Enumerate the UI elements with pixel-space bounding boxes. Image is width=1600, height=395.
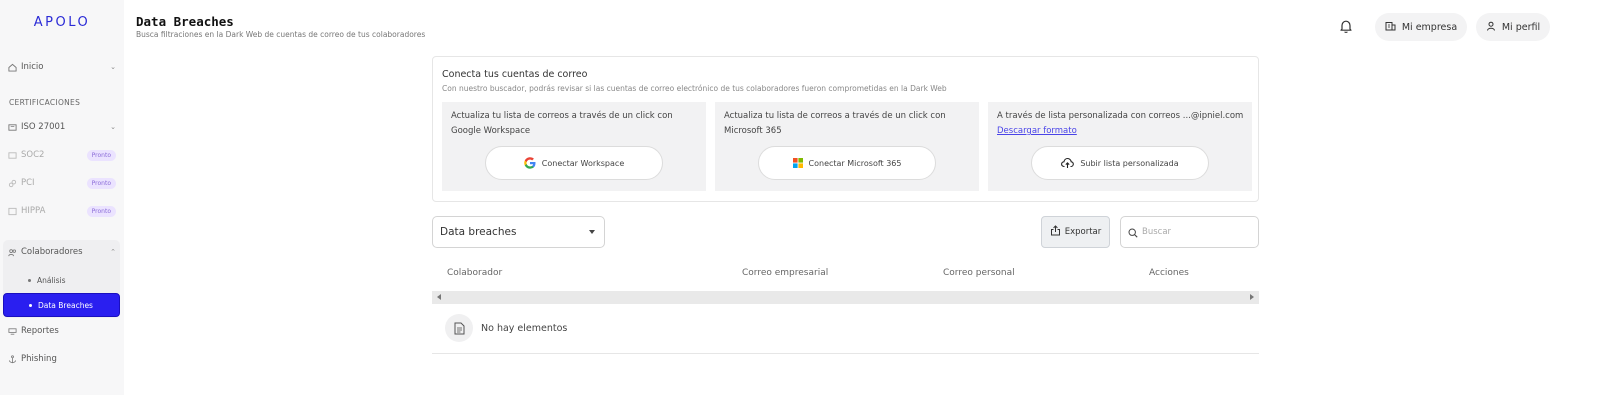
certificate-icon <box>8 123 17 132</box>
connect-workspace-label: Conectar Workspace <box>541 158 625 168</box>
connect-microsoft-button[interactable]: Conectar Microsoft 365 <box>758 146 936 180</box>
sidebar-item-colaboradores[interactable]: Colaboradores ⌃ <box>8 244 116 260</box>
report-icon <box>8 327 17 336</box>
column-header-acciones: Acciones <box>1149 268 1189 278</box>
upload-custom-list-button[interactable]: Subir lista personalizada <box>1031 146 1209 180</box>
page-subtitle: Busca filtraciones en la Dark Web de cue… <box>136 30 426 39</box>
home-icon <box>8 63 17 72</box>
scroll-right-arrow-icon[interactable] <box>1250 294 1254 300</box>
mi-empresa-button[interactable]: Mi empresa <box>1375 13 1467 41</box>
link-icon <box>8 179 17 188</box>
sidebar-item-hippa: HIPPA Pronto <box>8 203 116 219</box>
sidebar-item-label: Reportes <box>21 326 59 336</box>
caret-down-icon <box>589 230 595 234</box>
page-title: Data Breaches <box>136 14 234 29</box>
export-label: Exportar <box>1064 227 1102 237</box>
anchor-icon <box>8 354 17 364</box>
sidebar-item-inicio[interactable]: Inicio ⌄ <box>8 59 116 75</box>
pronto-badge: Pronto <box>86 177 116 189</box>
certificate-icon <box>8 151 17 160</box>
search-input[interactable] <box>1142 227 1252 237</box>
microsoft-icon <box>792 158 803 168</box>
bullet-icon <box>29 303 32 307</box>
connect-subtitle: Con nuestro buscador, podrás revisar si … <box>442 84 947 93</box>
chevron-down-icon: ⌄ <box>110 123 116 131</box>
sidebar-item-phishing[interactable]: Phishing <box>8 351 116 367</box>
connect-title: Conecta tus cuentas de correo <box>442 69 588 80</box>
bell-icon <box>1339 19 1353 38</box>
sidebar-item-reportes[interactable]: Reportes <box>8 323 116 339</box>
sidebar-subitem-data-breaches[interactable]: Data Breaches <box>3 293 120 317</box>
download-format-link[interactable]: Descargar formato <box>997 126 1077 136</box>
column-header-colaborador: Colaborador <box>447 268 503 278</box>
mi-empresa-label: Mi empresa <box>1401 21 1458 33</box>
empty-state-row: No hay elementos <box>432 304 1259 354</box>
sidebar-subitem-label: Data Breaches <box>38 300 93 310</box>
column-header-correo-personal: Correo personal <box>943 268 1015 278</box>
column-header-correo-empresarial: Correo empresarial <box>742 268 829 278</box>
google-icon <box>523 157 536 169</box>
connect-email-card: Conecta tus cuentas de correo Con nuestr… <box>432 56 1259 202</box>
sidebar: APOLO Inicio ⌄ CERTIFICACIONES ISO 27001… <box>0 0 124 395</box>
section-label-certificaciones: CERTIFICACIONES <box>9 98 81 107</box>
upload-custom-list-label: Subir lista personalizada <box>1080 158 1179 168</box>
view-select-value: Data breaches <box>440 226 517 238</box>
custom-list-description: A través de lista personalizada con corr… <box>997 111 1244 121</box>
microsoft-365-text: Actualiza tu lista de correos a través d… <box>724 111 946 136</box>
export-icon <box>1050 225 1065 239</box>
mi-perfil-button[interactable]: Mi perfil <box>1476 13 1550 41</box>
sidebar-item-label: HIPPA <box>21 206 46 216</box>
view-select[interactable]: Data breaches <box>432 216 605 248</box>
sidebar-item-label: PCI <box>21 178 35 188</box>
cloud-upload-icon <box>1061 157 1075 169</box>
scroll-left-arrow-icon[interactable] <box>437 294 441 300</box>
bullet-icon <box>28 279 31 282</box>
search-box[interactable] <box>1120 216 1259 248</box>
search-icon <box>1128 223 1138 242</box>
custom-list-panel: A través de lista personalizada con corr… <box>988 102 1252 191</box>
sidebar-subitem-analisis[interactable]: Análisis <box>28 276 66 285</box>
sidebar-subitem-label: Análisis <box>37 276 66 285</box>
sidebar-item-label: Colaboradores <box>21 247 83 257</box>
users-icon <box>8 248 17 257</box>
apolo-logo[interactable]: APOLO <box>0 15 124 30</box>
chevron-down-icon: ⌄ <box>110 63 116 71</box>
sidebar-item-label: Inicio <box>21 62 44 72</box>
sidebar-item-pci: PCI Pronto <box>8 175 116 191</box>
microsoft-365-panel: Actualiza tu lista de correos a través d… <box>715 102 979 191</box>
notifications-button[interactable] <box>1336 18 1356 38</box>
building-icon <box>1385 21 1402 34</box>
pronto-badge: Pronto <box>86 149 116 161</box>
export-button[interactable]: Exportar <box>1041 216 1110 248</box>
chevron-up-icon: ⌃ <box>110 248 116 256</box>
user-icon <box>1486 21 1502 34</box>
connect-workspace-button[interactable]: Conectar Workspace <box>485 146 663 180</box>
sidebar-item-iso27001[interactable]: ISO 27001 ⌄ <box>8 119 116 135</box>
sidebar-item-label: ISO 27001 <box>21 122 66 132</box>
empty-state-text: No hay elementos <box>481 323 568 334</box>
sidebar-item-soc2: SOC2 Pronto <box>8 147 116 163</box>
connect-microsoft-label: Conectar Microsoft 365 <box>808 158 902 168</box>
sidebar-item-label: SOC2 <box>21 150 45 160</box>
horizontal-scrollbar[interactable] <box>432 291 1259 304</box>
google-workspace-panel: Actualiza tu lista de correos a través d… <box>442 102 706 191</box>
custom-list-text: A través de lista personalizada con corr… <box>997 109 1247 139</box>
mi-perfil-label: Mi perfil <box>1501 21 1541 33</box>
pronto-badge: Pronto <box>86 205 116 217</box>
document-icon <box>445 314 473 342</box>
image-icon <box>8 207 17 216</box>
google-workspace-text: Actualiza tu lista de correos a través d… <box>451 111 673 136</box>
sidebar-item-label: Phishing <box>21 354 57 364</box>
